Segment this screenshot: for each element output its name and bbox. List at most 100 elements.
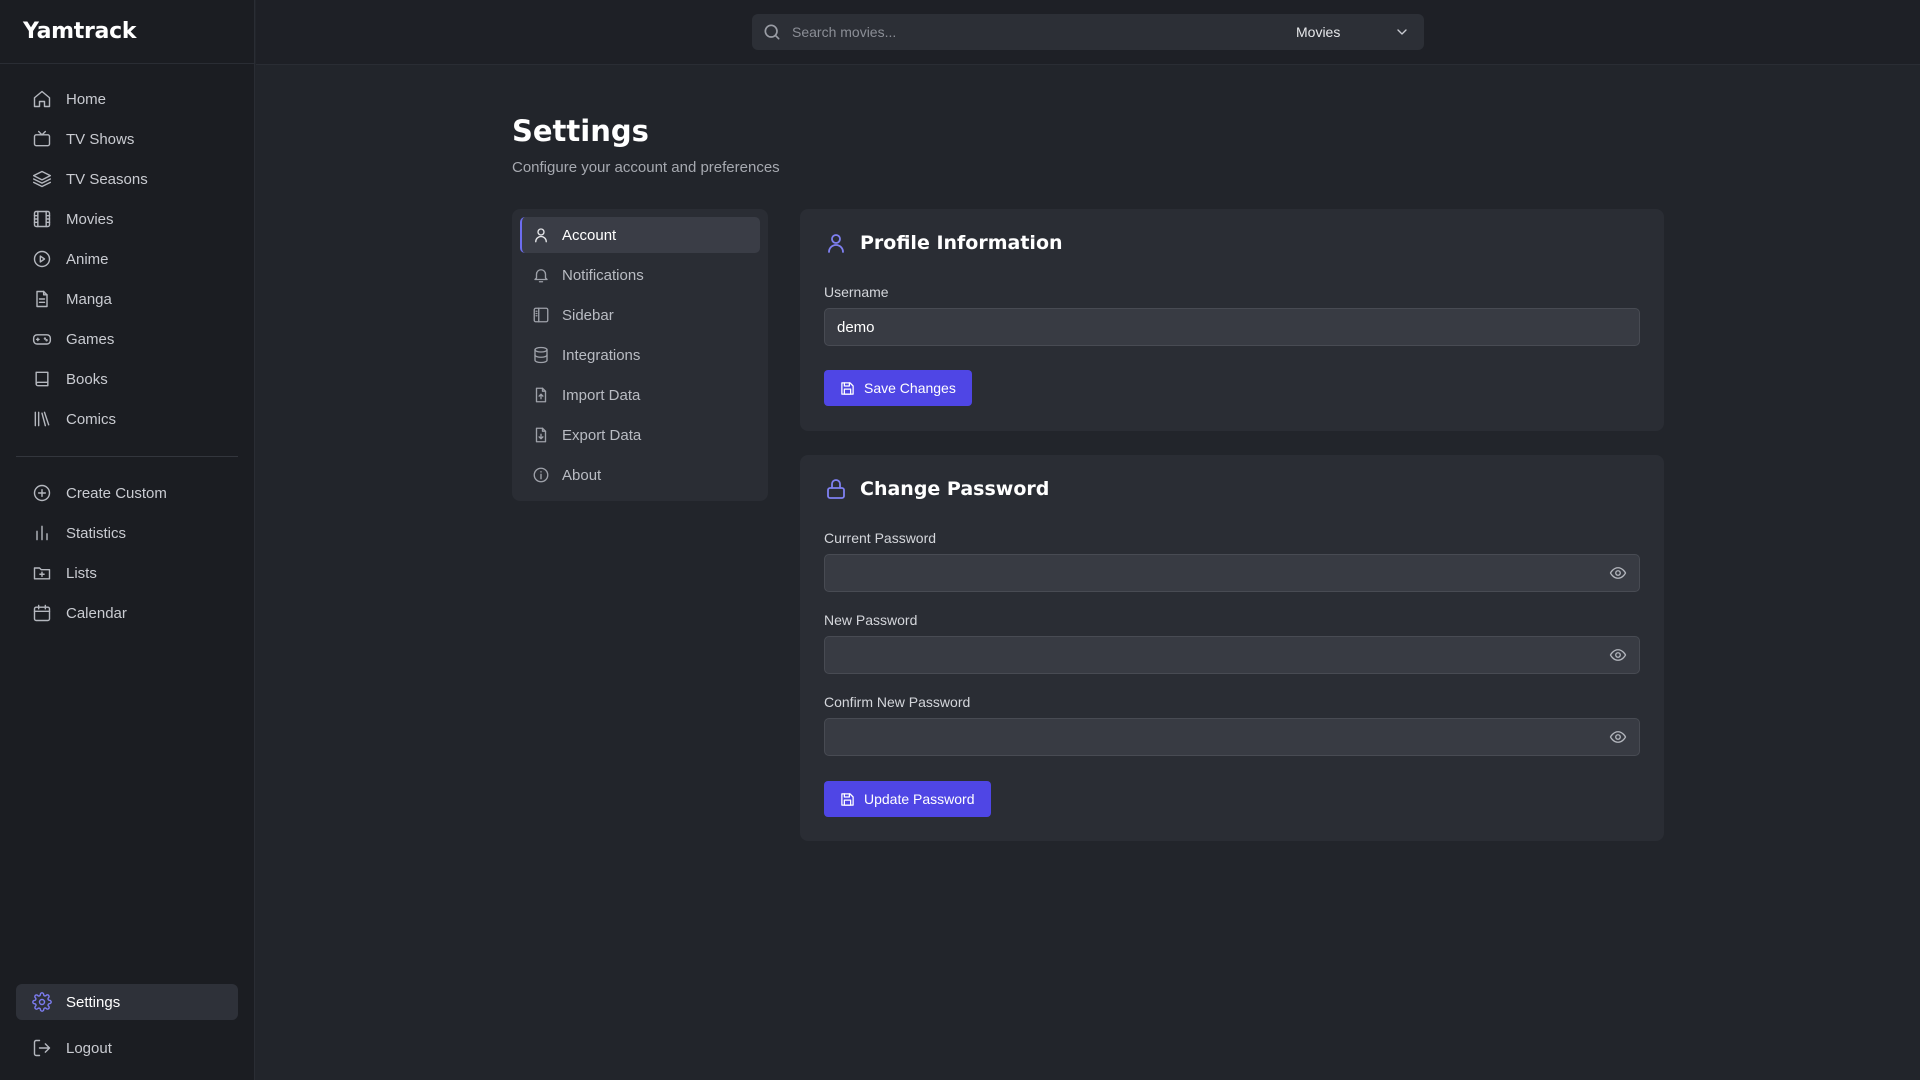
- settings-tab-sidebar[interactable]: Sidebar: [520, 297, 760, 333]
- plus-circle-icon: [33, 484, 51, 502]
- confirm-password-wrap: [824, 718, 1640, 756]
- book-icon: [35, 371, 49, 387]
- play-circle-icon: [33, 250, 51, 268]
- app-logo[interactable]: Yamtrack: [0, 0, 254, 64]
- folder-plus-icon: [33, 567, 51, 580]
- user-icon: [535, 228, 547, 243]
- settings-nav: Account Notifications Sidebar Integratio…: [512, 209, 768, 501]
- confirm-password-label: Confirm New Password: [824, 694, 971, 710]
- settings-tab-integrations[interactable]: Integrations: [520, 337, 760, 373]
- settings-tab-label: Integrations: [562, 346, 641, 364]
- sidebar-item-label: Settings: [66, 993, 121, 1011]
- sidebar-item-tv-seasons[interactable]: TV Seasons: [16, 159, 238, 199]
- sidebar-item-movies[interactable]: Movies: [16, 199, 238, 239]
- sidebar-item-lists[interactable]: Lists: [16, 553, 238, 593]
- info-icon: [533, 467, 549, 483]
- eye-icon[interactable]: [1609, 564, 1627, 582]
- sidebar-item-label: Anime: [66, 250, 109, 268]
- eye-icon[interactable]: [1609, 728, 1627, 746]
- logout-icon: [33, 1039, 51, 1057]
- profile-card: Profile Information Username Save Change…: [800, 209, 1664, 431]
- save-changes-label: Save Changes: [864, 380, 956, 396]
- page-subtitle: Configure your account and preferences: [512, 159, 780, 176]
- sidebar-item-books[interactable]: Books: [16, 359, 238, 399]
- sidebar-item-calendar[interactable]: Calendar: [16, 593, 238, 633]
- calendar-icon: [33, 604, 51, 622]
- new-password-wrap: [824, 636, 1640, 674]
- password-card: Change Password Current Password New Pas…: [800, 455, 1664, 841]
- sidebar-item-create-custom[interactable]: Create Custom: [16, 473, 238, 513]
- current-password-field[interactable]: [825, 555, 1609, 591]
- current-password-label: Current Password: [824, 530, 937, 546]
- password-heading: Change Password: [824, 477, 1049, 501]
- settings-tab-label: Sidebar: [562, 306, 614, 324]
- sidebar-item-label: Create Custom: [66, 484, 167, 502]
- sidebar-item-label: Movies: [66, 210, 114, 228]
- file-import-icon: [535, 387, 547, 403]
- save-icon: [841, 381, 854, 395]
- settings-tab-label: Notifications: [562, 266, 644, 284]
- save-icon: [841, 792, 854, 806]
- sidebar-item-label: Manga: [66, 290, 112, 308]
- bar-chart-icon: [36, 525, 48, 541]
- username-field-wrap: [824, 308, 1640, 346]
- sidebar-item-label: Comics: [66, 410, 117, 428]
- settings-tab-account[interactable]: Account: [520, 217, 760, 253]
- chevron-down-icon: [1397, 29, 1407, 35]
- username-field[interactable]: [825, 309, 1639, 345]
- tv-icon: [33, 130, 51, 147]
- sidebar-item-label: Home: [66, 90, 107, 108]
- sidebar: Yamtrack Home TV Shows TV Seasons Movies…: [0, 0, 255, 1080]
- sidebar-item-label: Logout: [66, 1039, 112, 1057]
- current-password-wrap: [824, 554, 1640, 592]
- sidebar-item-games[interactable]: Games: [16, 319, 238, 359]
- media-type-select[interactable]: Movies: [1296, 24, 1424, 40]
- search-bar: Movies: [752, 14, 1424, 50]
- sidebar-item-settings[interactable]: Settings: [16, 984, 238, 1020]
- username-label: Username: [824, 284, 889, 300]
- profile-title: Profile Information: [860, 232, 1063, 254]
- sidebar-item-home[interactable]: Home: [16, 79, 238, 119]
- sidebar-item-comics[interactable]: Comics: [16, 399, 238, 439]
- database-icon: [534, 346, 548, 364]
- sidebar-item-label: Calendar: [66, 604, 127, 622]
- sidebar-item-tv-shows[interactable]: TV Shows: [16, 119, 238, 159]
- new-password-field[interactable]: [825, 637, 1609, 673]
- layers-icon: [32, 170, 52, 188]
- sidebar-item-statistics[interactable]: Statistics: [16, 513, 238, 553]
- sidebar-item-label: TV Seasons: [66, 170, 148, 188]
- film-icon: [33, 210, 51, 228]
- update-password-button[interactable]: Update Password: [824, 781, 991, 817]
- save-changes-button[interactable]: Save Changes: [824, 370, 972, 406]
- page-title: Settings: [512, 114, 649, 148]
- document-icon: [36, 290, 48, 308]
- sidebar-bottom: Settings Logout: [0, 984, 254, 1068]
- sidebar-item-label: Statistics: [66, 524, 127, 542]
- media-type-value: Movies: [1296, 24, 1341, 40]
- sidebar-item-logout[interactable]: Logout: [16, 1028, 238, 1068]
- settings-tab-label: About: [562, 466, 602, 484]
- library-icon: [34, 411, 50, 427]
- file-export-icon: [535, 427, 547, 443]
- gamepad-icon: [32, 334, 52, 345]
- main-nav: Home TV Shows TV Seasons Movies Anime Ma…: [0, 64, 254, 633]
- sidebar-item-label: TV Shows: [66, 130, 135, 148]
- settings-tab-export-data[interactable]: Export Data: [520, 417, 760, 453]
- lock-icon: [827, 479, 845, 499]
- confirm-password-field[interactable]: [825, 719, 1609, 755]
- search-icon: [764, 24, 780, 40]
- gear-icon: [32, 992, 52, 1012]
- sidebar-item-manga[interactable]: Manga: [16, 279, 238, 319]
- home-icon: [33, 90, 51, 108]
- settings-tab-label: Import Data: [562, 386, 641, 404]
- sidebar-icon: [533, 307, 549, 323]
- settings-tab-about[interactable]: About: [520, 457, 760, 493]
- sidebar-item-label: Games: [66, 330, 115, 348]
- password-title: Change Password: [860, 478, 1050, 500]
- eye-icon[interactable]: [1609, 646, 1627, 664]
- settings-tab-label: Export Data: [562, 426, 642, 444]
- search-input[interactable]: [792, 24, 1296, 40]
- settings-tab-notifications[interactable]: Notifications: [520, 257, 760, 293]
- settings-tab-import-data[interactable]: Import Data: [520, 377, 760, 413]
- sidebar-item-anime[interactable]: Anime: [16, 239, 238, 279]
